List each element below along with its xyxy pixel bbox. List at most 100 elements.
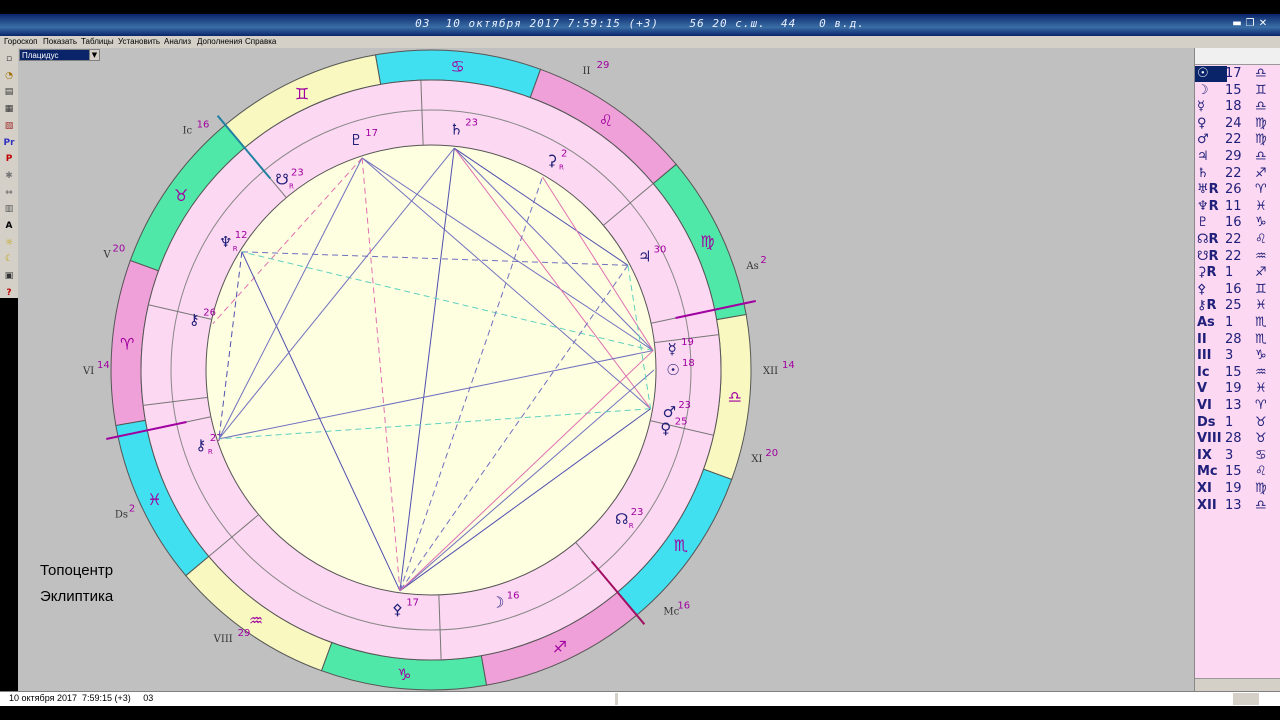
settings-icon[interactable]: ▣ [2,269,16,283]
chevron-down-icon[interactable]: ▼ [89,49,100,61]
menu-show[interactable]: Показать [43,37,77,46]
pr-icon[interactable]: Pr [2,136,16,150]
planet-glyph[interactable]: ⚴ [392,601,403,619]
house-cusp-degree: 20 [765,448,778,459]
sun-icon[interactable]: ☼ [2,236,16,250]
menu-help[interactable]: Справка [245,37,276,46]
planet-degree: 17 [365,128,378,139]
transits-icon[interactable]: ↔ [2,186,16,200]
position-row[interactable]: ☽ 15 ♊ [1195,83,1280,99]
menu-settings[interactable]: Установить [118,37,160,46]
position-row[interactable]: ☋R 22 ♒ [1195,249,1280,265]
position-row[interactable]: Ds 1 ♉ [1195,415,1280,431]
position-row[interactable]: ♂ 22 ♍ [1195,132,1280,148]
aspects-icon[interactable]: ✱ [2,169,16,183]
planet-glyph[interactable]: ♃ [638,247,651,265]
moon-icon[interactable]: ☾ [2,252,16,266]
position-row[interactable]: V 19 ♓ [1195,381,1280,397]
house-cusp-label: Ds [115,510,128,521]
position-sign: ♍ [1255,115,1267,131]
position-row[interactable]: Ic 15 ♒ [1195,365,1280,381]
position-row[interactable]: ⚴ 16 ♊ [1195,282,1280,298]
position-row[interactable]: II 28 ♏ [1195,332,1280,348]
planet-glyph[interactable]: ⚷ [189,311,200,329]
position-sign: ♑ [1255,348,1267,364]
position-row[interactable]: ☊R 22 ♌ [1195,232,1280,248]
position-row[interactable]: III 3 ♑ [1195,348,1280,364]
menu-addons[interactable]: Дополнения [197,37,242,46]
position-row[interactable]: ♀ 24 ♍ [1195,116,1280,132]
menu-tables[interactable]: Таблицы [81,37,114,46]
planet-glyph[interactable]: ♆ [219,233,232,251]
positions-panel-header [1195,48,1280,65]
copy-icon[interactable]: ▧ [2,119,16,133]
house-cusp-degree: 14 [97,360,110,371]
status-separator [615,693,618,705]
position-sign: ♓ [1255,198,1267,214]
position-row[interactable]: VI 13 ♈ [1195,398,1280,414]
position-glyph: ♃ [1197,149,1209,164]
position-sign: ♈ [1255,182,1267,198]
position-row[interactable]: ♄ 22 ♐ [1195,166,1280,182]
zodiac-sign-glyph: ♒ [249,611,263,630]
position-glyph: ♀ [1197,115,1207,131]
close-icon[interactable]: ✕ [1257,18,1269,30]
position-sign: ♈ [1255,398,1267,413]
position-row[interactable]: ⚳R 1 ♐ [1195,265,1280,281]
planet-degree: 30 [654,244,667,255]
position-row[interactable]: ♃ 29 ♎ [1195,149,1280,165]
position-degree: 28 [1225,331,1242,347]
house-cusp-degree: 16 [677,600,690,611]
planet-glyph[interactable]: ☉ [666,361,679,379]
house-cusp-label: VIII [213,634,233,645]
position-row[interactable]: As 1 ♏ [1195,315,1280,331]
position-glyph: III [1197,348,1212,364]
position-row[interactable]: IX 3 ♋ [1195,448,1280,464]
planet-glyph[interactable]: ☋ [275,170,288,188]
minimize-icon[interactable]: ▬ [1231,18,1243,30]
position-row[interactable]: ♅R 26 ♈ [1195,182,1280,198]
help-icon[interactable]: ? [2,286,16,300]
position-glyph: ☽ [1197,82,1209,98]
position-row[interactable]: XII 13 ♎ [1195,498,1280,514]
open-icon[interactable]: ◔ [2,69,16,83]
house-system-select[interactable]: Плацидус [19,49,99,61]
planet-glyph[interactable]: ♀ [660,420,671,438]
resize-grip[interactable] [1233,693,1259,705]
planet-glyph[interactable]: ♇ [349,131,362,149]
menu-horoscope[interactable]: Гороскоп [4,37,38,46]
position-row[interactable]: VIII 28 ♉ [1195,431,1280,447]
position-glyph: ♄ [1197,165,1209,181]
planet-glyph[interactable]: ♄ [450,120,463,138]
natal-chart-wheel[interactable]: ♎♍♌♋♊♉♈♓♒♑♐♏As2II29III4Ic16V20VI14Ds2VII… [18,48,1194,691]
planet-glyph[interactable]: ☊ [615,510,628,528]
grid-icon[interactable]: ▥ [2,202,16,216]
planet-glyph[interactable]: ⚷ [195,436,206,454]
planet-glyph[interactable]: ☿ [667,340,676,358]
planet-glyph[interactable]: ☽ [491,594,504,612]
house-cusp-degree: 16 [197,120,210,131]
horizontal-scrollbar[interactable] [1195,678,1280,692]
position-degree: 16 [1225,281,1242,297]
planet-glyph[interactable]: ⚳ [547,151,558,169]
position-degree: 22 [1225,165,1242,181]
menu-analysis[interactable]: Анализ [164,37,191,46]
position-row[interactable]: Mc 15 ♌ [1195,464,1280,480]
p-icon[interactable]: P [2,152,16,166]
retrograde-mark: R [208,448,213,456]
text-icon[interactable]: A [2,219,16,233]
position-row[interactable]: ♆R 11 ♓ [1195,199,1280,215]
position-row[interactable]: ☿ 18 ♎ [1195,99,1280,115]
position-glyph: Ic [1197,364,1210,380]
position-row[interactable]: ⚷R 25 ♓ [1195,298,1280,314]
restore-icon[interactable]: ❐ [1244,18,1256,30]
window-title: 03 10 октября 2017 7:59:15 (+3) 56 20 с.… [415,17,865,30]
position-sign: ♏ [1255,331,1267,347]
new-chart-icon[interactable]: ▫ [2,52,16,66]
print-icon[interactable]: ▦ [2,102,16,116]
position-row[interactable]: ♇ 16 ♑ [1195,215,1280,231]
save-icon[interactable]: ▤ [2,85,16,99]
position-row[interactable]: XI 19 ♍ [1195,481,1280,497]
position-sign: ♑ [1255,215,1267,231]
position-row[interactable]: ☉ 17 ♎ [1195,66,1280,82]
